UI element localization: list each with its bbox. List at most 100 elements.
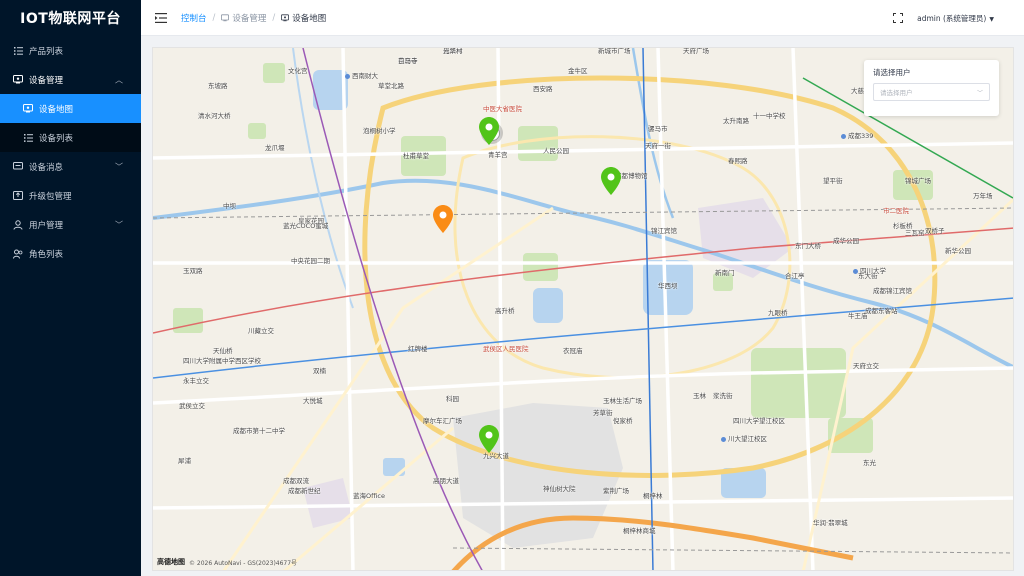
map-label: 川大望江校区	[721, 436, 767, 443]
map-label: 摩尔车汇广场	[423, 417, 462, 425]
map-label: 天府广场	[683, 47, 709, 55]
map-label: 武侯区人民医院	[483, 345, 529, 353]
chevron-down-icon: ﹀	[976, 89, 983, 97]
map-label: 望平街	[823, 177, 843, 185]
user-select[interactable]: 请选择用户 ﹀	[873, 83, 990, 101]
message-icon	[13, 162, 23, 172]
sidebar-item-user-management[interactable]: 用户管理 ﹀	[0, 210, 141, 239]
map-label: 十一中学校	[753, 112, 786, 120]
sidebar-item-device-messages[interactable]: 设备消息 ﹀	[0, 152, 141, 181]
map-label: 东坡路	[208, 82, 228, 90]
sidebar-item-product-list[interactable]: 产品列表	[0, 36, 141, 65]
map-label: 天府一街	[645, 142, 671, 150]
device-icon	[13, 75, 23, 85]
map-label: 新城市广场	[598, 47, 631, 55]
map-label: 桐梓林	[643, 492, 663, 500]
map-label: 华润·翡翠城	[813, 519, 848, 527]
breadcrumb-device-management[interactable]: 设备管理	[221, 12, 266, 24]
map-label: 倪家桥	[613, 417, 633, 425]
sidebar-item-label: 升级包管理	[29, 191, 72, 202]
user-menu[interactable]: admin (系统管理员) ▼	[917, 13, 994, 24]
map-label: 西安路	[533, 85, 553, 93]
map-label: 大悦城	[303, 397, 323, 405]
map-label: 成都339	[841, 133, 873, 140]
map-label: 泡桐树小学	[363, 127, 396, 135]
map-label: 成华公园	[833, 237, 859, 245]
map-label: 杜甫草堂	[403, 152, 429, 160]
map-label: 万年场	[973, 192, 993, 200]
map-label: 锦城广场	[905, 177, 931, 185]
sidebar-item-device-management[interactable]: 设备管理 ︿	[0, 65, 141, 94]
breadcrumb-device-map: 设备地图	[281, 12, 326, 24]
map-label: 蓝海Office	[353, 492, 385, 500]
device-marker-green[interactable]	[479, 425, 499, 453]
map-label: 新华公园	[945, 247, 971, 255]
map-label: 九眼桥	[768, 309, 788, 317]
map-label: 春熙路	[728, 157, 748, 165]
breadcrumb-console[interactable]: 控制台	[181, 12, 207, 24]
sidebar-item-upgrade-package[interactable]: 升级包管理	[0, 181, 141, 210]
map-icon	[281, 13, 290, 21]
sidebar-item-label: 设备消息	[29, 162, 64, 173]
device-marker-green[interactable]	[601, 167, 621, 195]
map-label: 芳草街	[593, 409, 613, 417]
map-label: 三瓦窑	[905, 229, 925, 237]
map-copyright: © 2026 AutoNavi - GS(2023)4677号	[189, 559, 298, 567]
breadcrumb-label: 设备管理	[232, 13, 267, 24]
map-attribution: 高德地图 © 2026 AutoNavi - GS(2023)4677号	[157, 557, 297, 567]
breadcrumb-label: 设备地图	[292, 13, 327, 24]
device-marker-green[interactable]	[479, 117, 499, 145]
sidebar-item-label: 产品列表	[29, 46, 64, 57]
map-label: 人民公园	[543, 147, 569, 155]
map-label: 白马寺	[398, 57, 418, 65]
map-label: 青羊宫	[488, 151, 508, 159]
device-marker-orange[interactable]	[433, 205, 453, 233]
map-label: 玉林生活广场	[603, 397, 642, 405]
map-label: 桐梓林商城	[623, 527, 656, 535]
sidebar-item-device-list[interactable]: 设备列表	[0, 123, 141, 152]
sidebar-item-role-list[interactable]: 角色列表	[0, 239, 141, 268]
map-label: 光华村	[443, 47, 463, 55]
map-label: 东大街	[858, 272, 878, 280]
map-label: 衣冠庙	[563, 347, 583, 355]
map-label: 东光	[863, 459, 876, 467]
map-label: 浆洗街	[713, 392, 733, 400]
caret-down-icon: ▼	[989, 15, 994, 23]
sidebar-item-label: 角色列表	[29, 249, 64, 260]
map-label: 高朋大道	[433, 477, 459, 485]
chevron-up-icon: ︿	[115, 75, 123, 84]
map-label: 九兴大道	[483, 452, 509, 460]
chevron-down-icon: ﹀	[115, 220, 123, 229]
sidebar-item-device-map[interactable]: 设备地图	[0, 94, 141, 123]
list-icon	[23, 133, 33, 143]
map-label: 骡马市	[648, 125, 668, 133]
map-label: 成都双流	[283, 477, 309, 485]
map-label: 合江亭	[785, 272, 805, 280]
map-label: 天府立交	[853, 362, 879, 370]
user-icon	[13, 219, 23, 230]
map-label: 蓝光COCO蜜城	[283, 222, 329, 230]
sidebar-item-label: 设备列表	[39, 133, 74, 144]
map-label: 紫荆广场	[603, 487, 629, 495]
map-label: 锦江宾馆	[651, 227, 677, 235]
list-icon	[13, 46, 23, 56]
fullscreen-icon[interactable]	[893, 13, 904, 23]
map-label: 牛王庙	[848, 312, 868, 320]
map-label: 双楠	[313, 367, 326, 375]
menu-fold-icon[interactable]	[155, 12, 167, 24]
map-label: 武侯立交	[179, 402, 205, 410]
user-name: admin (系统管理员)	[917, 13, 987, 23]
map-label: 清水河大桥	[198, 112, 231, 120]
map-label: 成都东客站	[865, 307, 898, 315]
map-logo: 高德地图	[157, 558, 185, 566]
brand-title: IOT物联网平台	[20, 11, 121, 27]
map-label: 中坝	[223, 202, 236, 210]
map-label: 永丰立交	[183, 377, 209, 385]
map-label: 东门大桥	[795, 242, 821, 250]
map-label: 玉林	[693, 392, 706, 400]
map-label: 天仙桥	[213, 347, 233, 355]
map-label: 金牛区	[568, 67, 588, 75]
device-map[interactable]: 白果林 茶店子 文化宫 西南财大 草堂北路 金牛区 中医大省医院 西安路 新城市广场 天府广场 天府…	[152, 47, 1014, 571]
map-label: 华西坝	[658, 282, 678, 290]
map-label: 太升南路	[723, 117, 749, 125]
